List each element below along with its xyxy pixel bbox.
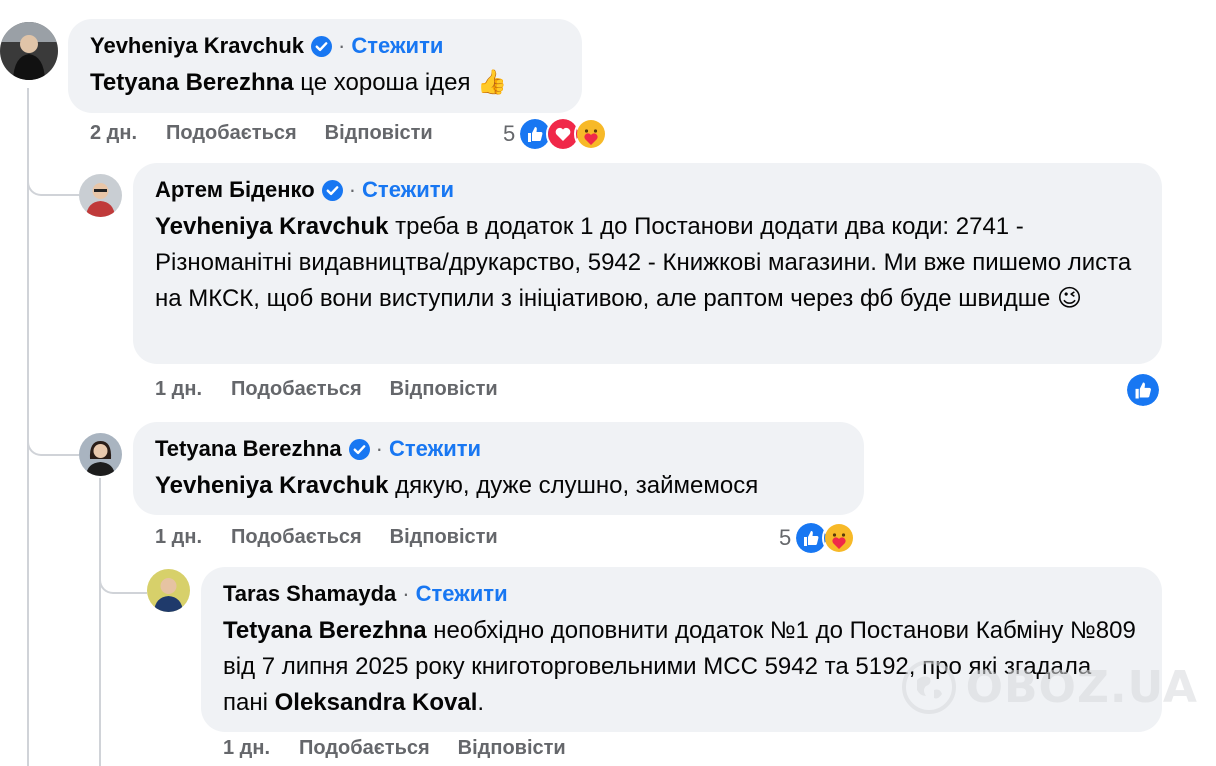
verified-badge-icon — [311, 35, 333, 57]
mention-link-2[interactable]: Oleksandra Koval — [275, 689, 478, 716]
comment-body-end: . — [477, 689, 485, 716]
reactions-summary-1[interactable]: 5 — [503, 117, 609, 151]
separator-dot: · — [402, 581, 410, 606]
thread-elbow-1 — [27, 150, 79, 196]
reaction-count: 5 — [503, 121, 516, 146]
comment-body: це хороша ідея 👍 — [293, 69, 508, 96]
globe-icon — [901, 660, 956, 714]
watermark: OBOZ.UA — [901, 660, 1198, 714]
care-icon — [574, 117, 609, 151]
avatar-photo-icon — [147, 569, 190, 612]
watermark-text: OBOZ.UA — [965, 661, 1198, 713]
follow-button[interactable]: Стежити — [362, 177, 454, 203]
thread-elbow-3 — [99, 548, 147, 594]
comment-author[interactable]: Taras Shamayda — [223, 581, 396, 607]
separator-dot: · — [375, 436, 383, 461]
comment-bubble-1: Yevheniya Kravchuk · Стежити Tetyana Ber… — [68, 19, 582, 113]
like-button[interactable]: Подобається — [166, 122, 297, 144]
mention-link[interactable]: Yevheniya Kravchuk — [155, 472, 388, 499]
avatar-photo-icon — [0, 22, 58, 80]
avatar-yevheniya[interactable] — [0, 22, 58, 80]
comment-author[interactable]: Артем Біденко — [155, 177, 315, 203]
comment-time[interactable]: 1 дн. — [155, 378, 202, 400]
comment-text: Yevheniya Kravchuk дякую, дуже слушно, з… — [155, 468, 842, 504]
comment-bubble-3: Tetyana Berezhna · Стежити Yevheniya Kra… — [133, 422, 864, 515]
reactions-summary-3[interactable]: 5 — [779, 521, 857, 555]
follow-button[interactable]: Стежити — [351, 33, 443, 59]
avatar-photo-icon — [79, 433, 122, 476]
separator-dot: · — [338, 33, 346, 58]
reaction-count: 5 — [779, 525, 792, 550]
verified-badge-icon — [348, 438, 370, 460]
comment-time[interactable]: 2 дн. — [90, 122, 137, 144]
separator-dot: · — [348, 177, 357, 202]
comment-actions-4: 1 дн. Подобається Відповісти — [223, 737, 594, 760]
avatar-taras[interactable] — [147, 569, 190, 612]
care-icon — [822, 521, 857, 555]
comment-body: дякую, дуже слушно, займемося — [388, 472, 759, 499]
comment-text: Tetyana Berezhna це хороша ідея 👍 — [90, 65, 560, 101]
like-button[interactable]: Подобається — [231, 526, 362, 548]
reply-button[interactable]: Відповісти — [390, 378, 498, 400]
comment-actions-3: 1 дн. Подобається Відповісти — [155, 526, 526, 549]
follow-button[interactable]: Стежити — [416, 581, 508, 607]
thread-elbow-2 — [27, 410, 79, 456]
thread-line-sub — [99, 478, 101, 766]
mention-link[interactable]: Tetyana Berezhna — [223, 617, 427, 644]
reactions-summary-2[interactable] — [1122, 372, 1161, 408]
comment-actions-2: 1 дн. Подобається Відповісти — [155, 378, 526, 401]
verified-badge-icon — [321, 179, 343, 201]
avatar-photo-icon — [79, 174, 122, 217]
comment-author[interactable]: Tetyana Berezhna — [155, 436, 342, 462]
comment-time[interactable]: 1 дн. — [155, 526, 202, 548]
reply-button[interactable]: Відповісти — [390, 526, 498, 548]
mention-link[interactable]: Tetyana Berezhna — [90, 69, 294, 96]
follow-button[interactable]: Стежити — [389, 436, 481, 462]
like-button[interactable]: Подобається — [231, 378, 362, 400]
avatar-artem[interactable] — [79, 174, 122, 217]
comment-bubble-2: Артем Біденко · Стежити Yevheniya Kravch… — [133, 163, 1162, 364]
reply-button[interactable]: Відповісти — [458, 737, 566, 759]
avatar-tetyana[interactable] — [79, 433, 122, 476]
comment-time[interactable]: 1 дн. — [223, 737, 270, 759]
comment-actions-1: 2 дн. Подобається Відповісти — [90, 122, 461, 145]
comment-text: Yevheniya Kravchuk треба в додаток 1 до … — [155, 209, 1140, 317]
comment-author[interactable]: Yevheniya Kravchuk — [90, 33, 304, 59]
like-icon — [1125, 372, 1161, 408]
reply-button[interactable]: Відповісти — [325, 122, 433, 144]
mention-link[interactable]: Yevheniya Kravchuk — [155, 213, 388, 240]
like-button[interactable]: Подобається — [299, 737, 430, 759]
